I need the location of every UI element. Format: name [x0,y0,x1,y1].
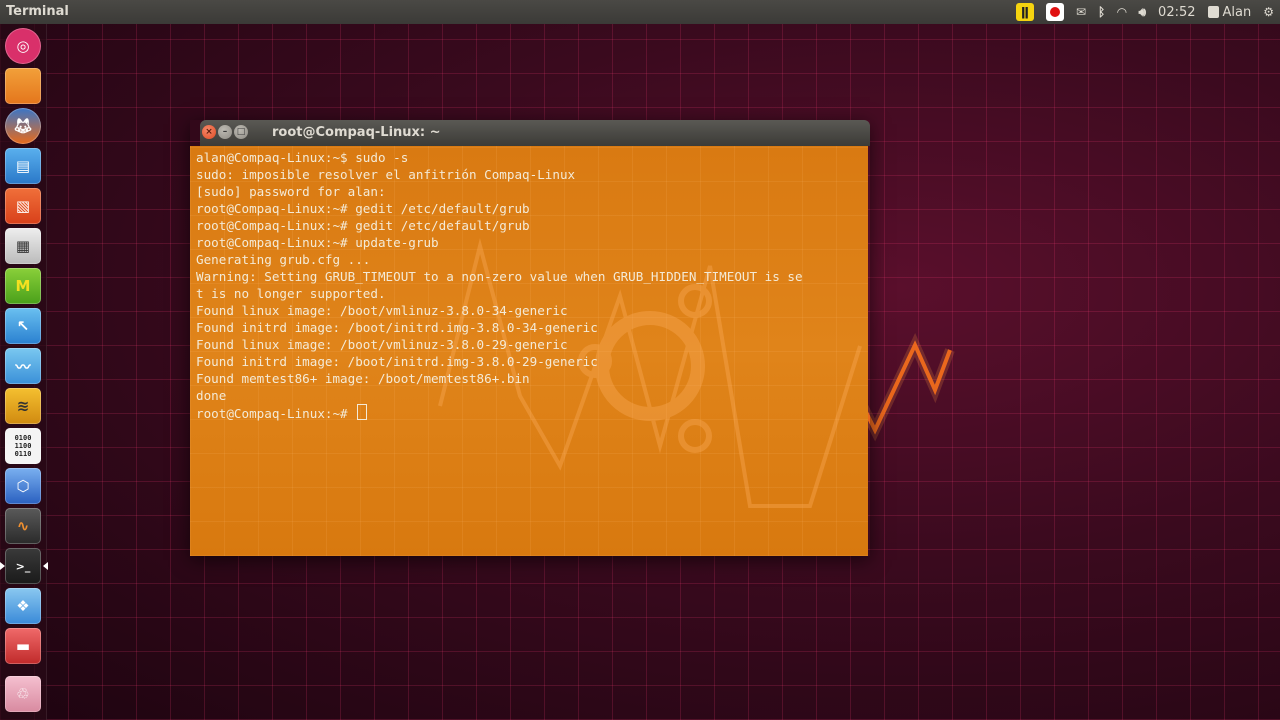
ubuntu-logo-icon[interactable]: ◎ [5,28,41,64]
terminal-window: × – □ root@Compaq-Linux: ~ alan@Compaq-L… [190,120,870,556]
binary-label: 0100 1100 0110 [14,434,32,458]
terminal-line: sudo: imposible resolver el anfitrión Co… [196,167,576,182]
terminal-body[interactable]: alan@Compaq-Linux:~$ sudo -s sudo: imposi… [190,146,868,556]
terminal-line: root@Compaq-Linux:~# gedit /etc/default/… [196,201,530,216]
firefox-icon[interactable]: 🦊︎ [5,108,41,144]
image-viewer-icon[interactable]: ❖ [5,588,41,624]
cube-icon[interactable]: ⬡ [5,468,41,504]
binary-icon[interactable]: 0100 1100 0110 [5,428,41,464]
terminal-icon[interactable]: >_ [0,548,48,584]
terminal-prompt: root@Compaq-Linux:~# [196,406,356,421]
calculator-icon[interactable]: ▦ [5,228,41,264]
system-monitor-icon[interactable]: ∿ [5,508,41,544]
gear-icon[interactable]: ⚙ [1257,0,1280,24]
wifi-icon[interactable]: ◠ [1111,0,1132,24]
terminal-line: Found linux image: /boot/vmlinuz-3.8.0-3… [196,303,568,318]
drawing-icon[interactable]: ↖ [5,308,41,344]
launcher: ◎ 🦊︎ ▤ ▧ ▦ M ↖ 〰 ≋ 0100 1100 0110 ⬡ ∿ >_… [0,24,48,720]
terminal-line: root@Compaq-Linux:~# update-grub [196,235,439,250]
close-button[interactable]: × [202,125,216,139]
market-icon[interactable]: M [5,268,41,304]
mail-icon[interactable]: ✉ [1070,0,1092,24]
terminal-line: Found linux image: /boot/vmlinuz-3.8.0-2… [196,337,568,352]
top-panel: Terminal ǁ ✉ ᛒ ◠ 🔊︎ 02:52 Alan ⚙ [0,0,1280,24]
terminal-line: root@Compaq-Linux:~# gedit /etc/default/… [196,218,530,233]
presentation-icon[interactable]: ▧ [5,188,41,224]
minimize-button[interactable]: – [218,125,232,139]
terminal-line: [sudo] password for alan: [196,184,386,199]
terminal-prompt-line[interactable]: root@Compaq-Linux:~# [196,404,803,421]
terminal-output: alan@Compaq-Linux:~$ sudo -s sudo: imposi… [196,149,803,421]
terminal-line: Found initrd image: /boot/initrd.img-3.8… [196,320,598,335]
window-title: root@Compaq-Linux: ~ [272,125,441,140]
trash-icon[interactable]: ♲ [5,676,41,712]
maximize-button[interactable]: □ [234,125,248,139]
pause-indicator-icon[interactable]: ǁ [1010,0,1040,24]
terminal-line: Found initrd image: /boot/initrd.img-3.8… [196,354,598,369]
clock[interactable]: 02:52 [1152,0,1201,24]
bluetooth-icon[interactable]: ᛒ [1092,0,1111,24]
indicator-tray: ǁ ✉ ᛒ ◠ 🔊︎ 02:52 Alan ⚙ [1010,0,1280,24]
text-cursor [357,404,368,420]
video-editor-icon[interactable]: ≋ [5,388,41,424]
record-indicator-icon[interactable] [1040,0,1070,24]
terminal-line: alan@Compaq-Linux:~$ sudo -s [196,150,409,165]
archive-icon[interactable]: ▬ [5,628,41,664]
user-menu[interactable]: Alan [1202,0,1258,24]
terminal-line: Warning: Setting GRUB_TIMEOUT to a non-z… [196,269,803,284]
window-titlebar[interactable]: × – □ root@Compaq-Linux: ~ [200,120,870,146]
monitor-icon[interactable]: 〰 [5,348,41,384]
terminal-line: done [196,388,227,403]
user-name: Alan [1222,4,1252,20]
document-icon[interactable]: ▤ [5,148,41,184]
active-app-title: Terminal [6,4,69,19]
volume-icon[interactable]: 🔊︎ [1132,0,1152,24]
user-icon [1207,6,1219,18]
files-icon[interactable] [5,68,41,104]
terminal-line: Generating grub.cfg ... [196,252,371,267]
terminal-line: t is no longer supported. [196,286,386,301]
terminal-line: Found memtest86+ image: /boot/memtest86+… [196,371,530,386]
